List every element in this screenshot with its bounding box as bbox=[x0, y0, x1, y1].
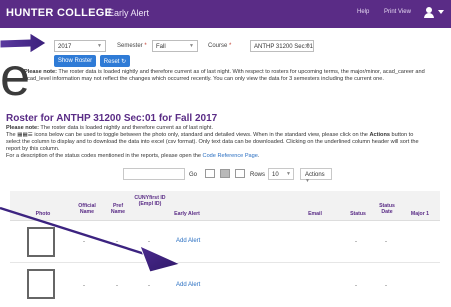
info-line1-pre: The bbox=[6, 132, 18, 138]
roster-table: Photo Official Name Pref Name CUNYfirst … bbox=[10, 191, 440, 307]
semester-value: Fall bbox=[156, 44, 166, 50]
reset-label: Reset bbox=[103, 59, 120, 65]
student-photo bbox=[27, 269, 55, 299]
status-cell: - bbox=[355, 239, 357, 245]
college-brand[interactable]: HUNTER COLLEGE bbox=[6, 7, 112, 19]
table-row: - - - Add Alert - - bbox=[10, 263, 440, 307]
col-major[interactable]: Major 1 bbox=[405, 211, 435, 217]
rows-label: Rows bbox=[250, 172, 266, 178]
refresh-icon: ↻ bbox=[121, 59, 127, 65]
col-photo[interactable]: Photo bbox=[28, 211, 58, 217]
col-pref-name[interactable]: Pref Name bbox=[106, 203, 130, 215]
go-button[interactable]: Go bbox=[189, 172, 197, 178]
student-photo bbox=[27, 227, 55, 257]
required-star: * bbox=[39, 40, 42, 46]
caret-down-icon[interactable] bbox=[438, 10, 444, 14]
official-name-cell: - bbox=[83, 283, 85, 289]
code-reference-link[interactable]: Code Reference Page bbox=[203, 153, 258, 159]
print-view-link[interactable]: Print View bbox=[384, 9, 411, 15]
info-line1-post: icons below can be used to toggle betwee… bbox=[34, 132, 368, 138]
actions-word: Actions bbox=[369, 132, 390, 138]
course-select[interactable]: ANTHP 31200 Sec:01 ▼ bbox=[250, 40, 314, 52]
add-alert-link[interactable]: Add Alert bbox=[176, 282, 200, 288]
info-line2: select the column to display and to down… bbox=[6, 139, 419, 145]
add-alert-link[interactable]: Add Alert bbox=[176, 238, 200, 244]
col-status[interactable]: Status bbox=[345, 211, 371, 217]
empl-id-cell: - bbox=[148, 239, 150, 245]
help-link[interactable]: Help bbox=[357, 9, 369, 15]
semester-select[interactable]: Fall ▼ bbox=[152, 40, 198, 52]
col-cunyfirst-id[interactable]: CUNYfirst ID (Empl ID) bbox=[134, 195, 166, 207]
view-toggle-icons: ▦▦☰ bbox=[17, 132, 33, 138]
col-email[interactable]: Email bbox=[300, 211, 330, 217]
status-date-cell: - bbox=[385, 283, 387, 289]
chevron-down-icon: ▼ bbox=[189, 43, 194, 49]
chevron-down-icon: ▼ bbox=[305, 178, 310, 184]
roster-note-lead: Please note: bbox=[6, 125, 39, 131]
chevron-down-icon: ▼ bbox=[97, 43, 102, 49]
detail-view-icon[interactable] bbox=[235, 169, 245, 178]
show-roster-button[interactable]: Show Roster bbox=[54, 55, 96, 67]
course-label: Course * bbox=[208, 43, 232, 49]
table-header: Photo Official Name Pref Name CUNYfirst … bbox=[10, 191, 440, 221]
info-line3: report by this column. bbox=[6, 146, 60, 152]
roster-note-text: The roster data is loaded nightly and th… bbox=[38, 125, 213, 131]
rows-value: 10 bbox=[272, 172, 279, 178]
roster-title: Roster for ANTHP 31200 Sec:01 for Fall 2… bbox=[6, 113, 218, 124]
search-input[interactable] bbox=[123, 168, 185, 180]
semester-label: Semester * bbox=[117, 43, 147, 49]
pref-name-cell: - bbox=[116, 239, 118, 245]
table-row: - - - Add Alert - - bbox=[10, 221, 440, 263]
info-line1-end: button to bbox=[390, 132, 414, 138]
actions-button[interactable]: Actions ▼ bbox=[300, 168, 332, 184]
grid-view-icon[interactable] bbox=[205, 169, 215, 178]
reset-button[interactable]: Reset ↻ bbox=[100, 55, 130, 67]
app-title: Early Alert bbox=[108, 8, 150, 18]
data-notice: Please note: The roster data is loaded n… bbox=[24, 69, 448, 83]
official-name-cell: - bbox=[83, 239, 85, 245]
user-icon[interactable] bbox=[422, 6, 436, 18]
empl-id-cell: - bbox=[148, 283, 150, 289]
term-value: 2017 bbox=[58, 44, 72, 50]
roster-info: Please note: The roster data is loaded n… bbox=[6, 125, 446, 160]
info-line4-pre: For a description of the status codes me… bbox=[6, 153, 203, 159]
notice-text: The roster data is loaded nightly and th… bbox=[24, 69, 425, 82]
overlay-large-text: e bbox=[0, 47, 31, 107]
list-view-icon[interactable] bbox=[220, 169, 230, 178]
top-header: HUNTER COLLEGE Early Alert Help Print Vi… bbox=[0, 0, 451, 28]
col-status-date[interactable]: Status Date bbox=[376, 203, 398, 215]
status-date-cell: - bbox=[385, 239, 387, 245]
term-select[interactable]: 2017 ▼ bbox=[54, 40, 106, 52]
pref-name-cell: - bbox=[116, 283, 118, 289]
col-early-alert[interactable]: Early Alert bbox=[170, 211, 204, 217]
rows-select[interactable]: 10 ▼ bbox=[268, 168, 294, 180]
chevron-down-icon: ▼ bbox=[305, 43, 310, 49]
chevron-down-icon: ▼ bbox=[286, 171, 291, 177]
col-official-name[interactable]: Official Name bbox=[72, 203, 102, 215]
status-cell: - bbox=[355, 283, 357, 289]
